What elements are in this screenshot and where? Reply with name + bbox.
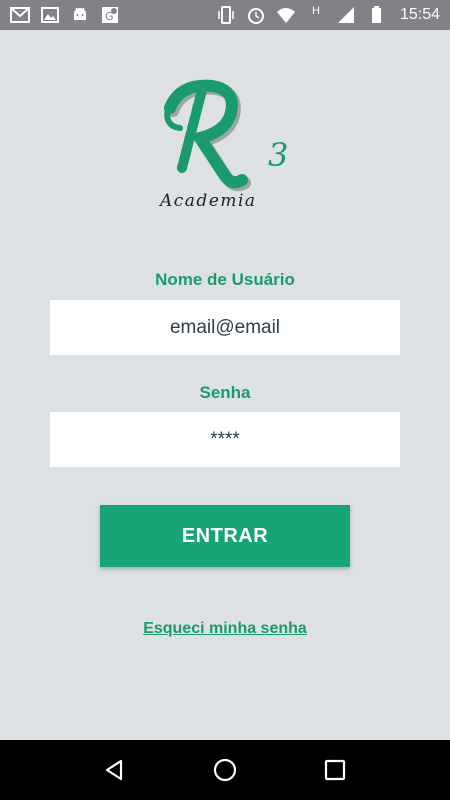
forgot-password-link[interactable]: Esqueci minha senha (0, 620, 450, 638)
username-label: Nome de Usuário (155, 270, 295, 289)
enter-button[interactable]: ENTRAR (100, 505, 350, 567)
navigation-bar (0, 740, 450, 800)
logo-superscript: 3 (268, 136, 288, 174)
password-input[interactable] (50, 412, 400, 467)
logo-subtitle: Academia (158, 191, 257, 211)
academia-logo: 3 Academia (150, 68, 310, 218)
gmail-icon (10, 5, 30, 25)
maps-icon: G (100, 5, 120, 25)
signal-icon (336, 5, 356, 25)
recents-icon[interactable] (315, 750, 355, 790)
password-label: Senha (199, 383, 251, 402)
username-input[interactable] (50, 300, 400, 355)
network-type-label: H (311, 5, 320, 17)
android-icon (70, 5, 90, 25)
image-icon (40, 5, 60, 25)
clock: 15:54 (399, 6, 440, 23)
notification-icons: G (10, 5, 120, 25)
wifi-icon (276, 5, 296, 25)
system-icons: H 15:54 (216, 5, 440, 25)
status-bar: G H 15:54 (0, 0, 450, 30)
vibrate-icon (216, 5, 236, 25)
alarm-icon (246, 5, 266, 25)
battery-icon (366, 5, 386, 25)
back-icon[interactable] (95, 750, 135, 790)
home-icon[interactable] (205, 750, 245, 790)
